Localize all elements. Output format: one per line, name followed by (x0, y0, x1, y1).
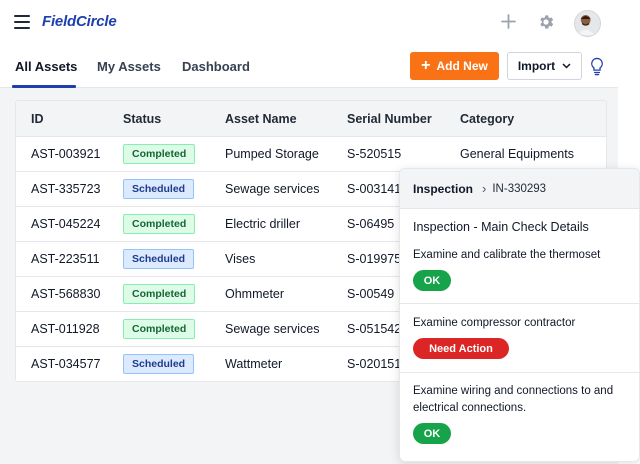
cell-serial: S-019975 (347, 252, 402, 266)
hamburger-icon[interactable] (14, 15, 30, 29)
import-label: Import (517, 59, 556, 73)
cell-id: AST-335723 (31, 182, 101, 196)
cell-serial: S-020151 (347, 357, 402, 371)
top-bar: FieldCircle (0, 0, 618, 45)
check-item: Examine wiring and connections to and el… (400, 383, 639, 444)
tab-bar: All Assets My Assets Dashboard + Add New… (0, 45, 618, 88)
user-avatar[interactable] (574, 10, 601, 37)
cell-serial: S-520515 (347, 147, 402, 161)
check-label: Examine wiring and connections to and el… (413, 385, 614, 414)
cell-asset-name: Wattmeter (225, 357, 283, 371)
header-id[interactable]: ID (31, 112, 44, 126)
status-badge: Scheduled (123, 249, 195, 269)
cell-asset-name: Vises (225, 252, 256, 266)
inspection-title[interactable]: Inspection (413, 182, 473, 196)
header-asset-name[interactable]: Asset Name (225, 112, 297, 126)
inspection-ref: IN-330293 (492, 182, 547, 195)
lightbulb-icon[interactable] (589, 57, 605, 76)
check-label: Examine compressor contractor (413, 317, 576, 329)
cell-serial: S-00549 (347, 287, 395, 301)
ok-status-pill[interactable]: OK (413, 423, 451, 444)
status-badge: Completed (123, 144, 196, 164)
check-item: Examine and calibrate the thermoset OK (400, 247, 639, 291)
header-category[interactable]: Category (460, 112, 514, 126)
divider (400, 303, 639, 304)
cell-asset-name: Pumped Storage (225, 147, 319, 161)
add-new-button[interactable]: + Add New (410, 52, 499, 80)
ok-status-pill[interactable]: OK (413, 270, 451, 291)
cell-id: AST-045224 (31, 217, 101, 231)
active-tab-indicator (12, 85, 76, 88)
cell-id: AST-011928 (31, 322, 100, 336)
status-badge: Scheduled (123, 179, 195, 199)
chevron-down-icon (562, 63, 571, 69)
need-action-pill[interactable]: Need Action (413, 338, 509, 359)
plus-icon[interactable] (500, 13, 517, 30)
cell-asset-name: Ohmmeter (225, 287, 285, 301)
cell-id: AST-003921 (31, 147, 101, 161)
add-new-label: Add New (436, 59, 488, 73)
divider (400, 372, 639, 373)
inspection-breadcrumb: Inspection › IN-330293 (400, 169, 639, 209)
check-item: Examine compressor contractor Need Actio… (400, 315, 639, 359)
tab-dashboard[interactable]: Dashboard (182, 59, 250, 74)
header-serial-number[interactable]: Serial Number (347, 112, 432, 126)
app-logo[interactable]: FieldCircle (42, 13, 117, 30)
plus-icon: + (421, 57, 431, 74)
chevron-right-icon: › (482, 181, 487, 196)
tab-all-assets[interactable]: All Assets (15, 59, 77, 74)
gear-icon[interactable] (537, 13, 555, 31)
cell-id: AST-034577 (31, 357, 101, 371)
cell-asset-name: Sewage services (225, 182, 320, 196)
status-badge: Completed (123, 319, 196, 339)
status-badge: Scheduled (123, 354, 195, 374)
tab-my-assets[interactable]: My Assets (97, 59, 161, 74)
check-label: Examine and calibrate the thermoset (413, 249, 601, 261)
cell-serial: S-06495 (347, 217, 395, 231)
cell-category: General Equipments (460, 147, 574, 161)
header-status[interactable]: Status (123, 112, 161, 126)
cell-serial: S-051542 (347, 322, 402, 336)
status-badge: Completed (123, 214, 196, 234)
table-header: ID Status Asset Name Serial Number Categ… (16, 101, 606, 137)
status-badge: Completed (123, 284, 196, 304)
import-dropdown[interactable]: Import (507, 52, 582, 80)
table-row[interactable]: AST-003921 Completed Pumped Storage S-52… (16, 137, 606, 172)
inspection-subtitle: Inspection - Main Check Details (413, 220, 589, 234)
cell-id: AST-223511 (31, 252, 100, 266)
cell-asset-name: Electric driller (225, 217, 301, 231)
cell-serial: S-003141 (347, 182, 402, 196)
cell-asset-name: Sewage services (225, 322, 320, 336)
cell-id: AST-568830 (31, 287, 101, 301)
inspection-panel: Inspection › IN-330293 Inspection - Main… (399, 168, 640, 462)
